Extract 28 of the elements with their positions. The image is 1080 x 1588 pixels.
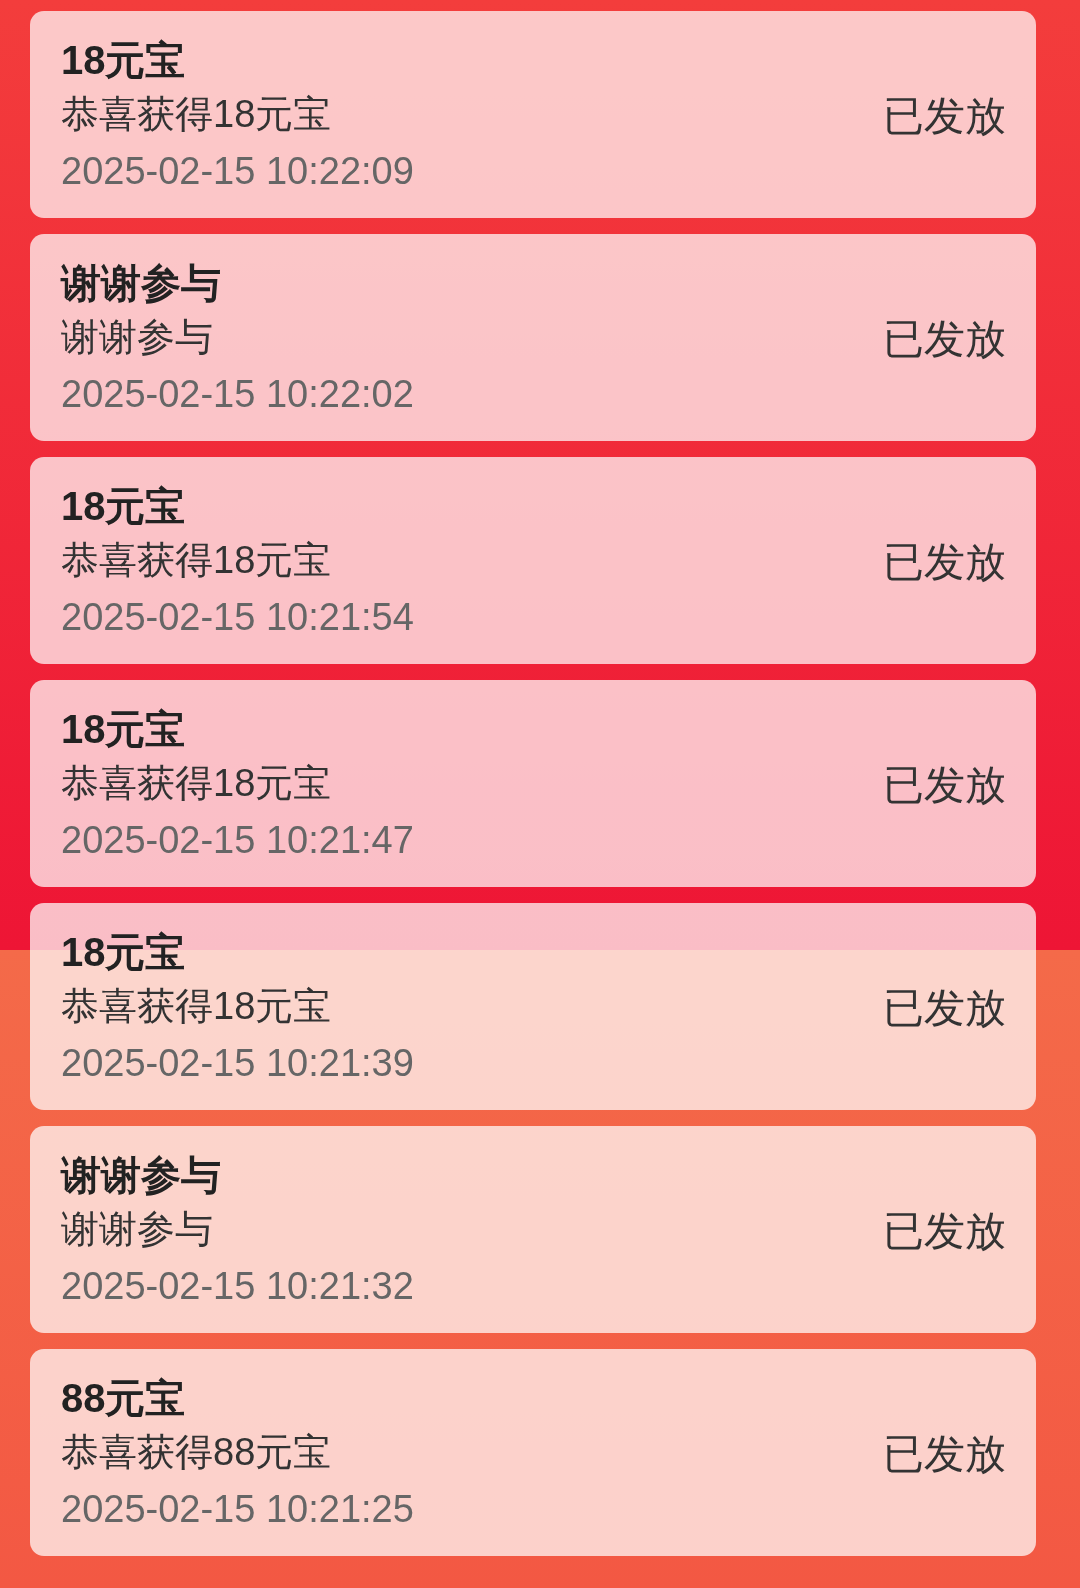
record-description: 谢谢参与 — [61, 1206, 214, 1252]
record-time: 2025-02-15 10:21:39 — [61, 1040, 414, 1086]
record-description: 谢谢参与 — [61, 314, 214, 360]
record-status: 已发放 — [883, 1206, 1006, 1256]
record-status: 已发放 — [883, 314, 1006, 364]
record-status: 已发放 — [883, 983, 1006, 1033]
record-description: 恭喜获得88元宝 — [61, 1429, 333, 1475]
record-title: 18元宝 — [61, 705, 187, 753]
record-title: 18元宝 — [61, 482, 187, 530]
record-status: 已发放 — [883, 537, 1006, 587]
record-description: 恭喜获得18元宝 — [61, 983, 333, 1029]
record-status: 已发放 — [883, 91, 1006, 141]
record-description: 恭喜获得18元宝 — [61, 760, 333, 806]
record-status: 已发放 — [883, 1429, 1006, 1479]
record-time: 2025-02-15 10:22:09 — [61, 148, 414, 194]
record-title: 88元宝 — [61, 1374, 187, 1422]
record-title: 谢谢参与 — [61, 259, 222, 307]
record-title: 18元宝 — [61, 928, 187, 976]
record-time: 2025-02-15 10:21:32 — [61, 1263, 414, 1309]
record-title: 18元宝 — [61, 36, 187, 84]
record-title: 谢谢参与 — [61, 1151, 222, 1199]
record-time: 2025-02-15 10:22:02 — [61, 371, 414, 417]
record-status: 已发放 — [883, 760, 1006, 810]
record-time: 2025-02-15 10:21:54 — [61, 594, 414, 640]
record-description: 恭喜获得18元宝 — [61, 537, 333, 583]
record-time: 2025-02-15 10:21:47 — [61, 817, 414, 863]
record-description: 恭喜获得18元宝 — [61, 91, 333, 137]
record-time: 2025-02-15 10:21:25 — [61, 1486, 414, 1532]
